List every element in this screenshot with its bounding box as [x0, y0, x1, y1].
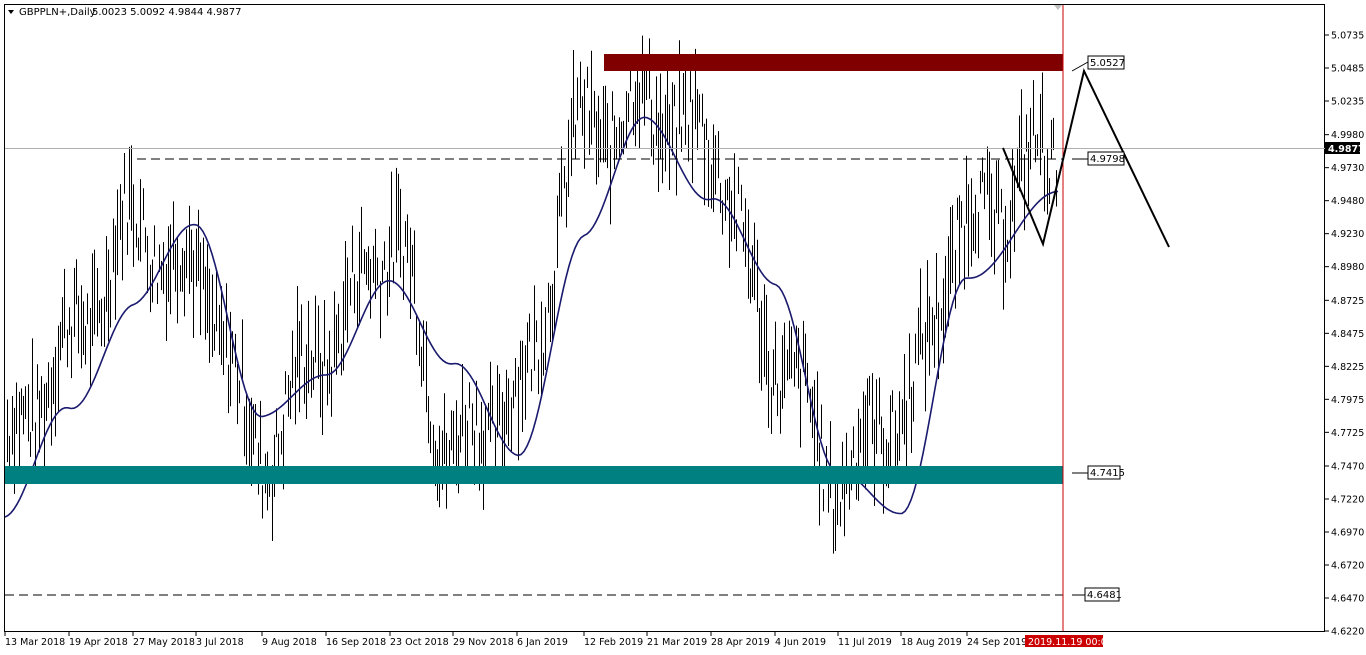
- x-tick-label: 11 Jul 2019: [838, 637, 892, 648]
- y-tick-label: 4.8225: [1331, 362, 1364, 373]
- y-tick-label: 4.9480: [1331, 196, 1364, 207]
- y-tick-label: 4.8725: [1331, 296, 1364, 307]
- x-tick-label: 16 Sep 2018: [326, 637, 386, 648]
- x-tick-label: 18 Aug 2019: [901, 637, 962, 648]
- svg-text:4.9798: 4.9798: [1090, 154, 1125, 165]
- ohlc-values: 5.0023 5.0092 4.9844 4.9877: [92, 7, 242, 18]
- current-time-tag-label: 2019.11.19 00:00: [1028, 637, 1113, 648]
- y-tick-label: 4.9980: [1331, 130, 1364, 141]
- y-tick-label: 4.6470: [1331, 593, 1364, 604]
- x-tick-label: 13 Mar 2018: [5, 637, 65, 648]
- y-axis[interactable]: 5.0735 5.0485 5.0235 4.9980 4.9730 4.9480 4.92…: [1325, 31, 1364, 638]
- plot-area: [4, 4, 1325, 632]
- y-tick-label: 5.0235: [1331, 97, 1364, 108]
- y-tick-label: 4.6970: [1331, 527, 1364, 538]
- x-axis[interactable]: 13 Mar 2018 19 Apr 2018 27 May 2018 3 Jul 2…: [4, 631, 1027, 648]
- current-price-tag-label: 4.9877: [1328, 144, 1365, 155]
- x-tick-label: 3 Jul 2018: [196, 637, 244, 648]
- x-tick-label: 27 May 2018: [133, 637, 195, 648]
- svg-text:5.0527: 5.0527: [1090, 58, 1125, 69]
- resistance-zone: [604, 54, 1063, 71]
- y-tick-label: 4.8475: [1331, 329, 1364, 340]
- svg-text:4.7415: 4.7415: [1090, 468, 1125, 479]
- price-chart: GBPPLN+,Daily 5.0023 5.0092 4.9844 4.987…: [4, 4, 1365, 648]
- symbol-label: GBPPLN+,Daily: [19, 7, 96, 18]
- x-tick-label: 23 Oct 2018: [390, 637, 449, 648]
- support-zone: [5, 466, 1063, 484]
- y-tick-label: 4.7470: [1331, 461, 1364, 472]
- y-tick-label: 5.0735: [1331, 31, 1364, 42]
- svg-text:4.6481: 4.6481: [1087, 590, 1122, 601]
- y-tick-label: 4.6720: [1331, 560, 1364, 571]
- x-tick-label: 6 Jan 2019: [517, 637, 568, 648]
- x-tick-label: 12 Feb 2019: [584, 637, 643, 648]
- x-tick-label: 21 Mar 2019: [647, 637, 707, 648]
- y-tick-label: 4.7220: [1331, 494, 1364, 505]
- x-tick-label: 29 Nov 2018: [453, 637, 514, 648]
- x-tick-label: 24 Sep 2019: [967, 637, 1027, 648]
- y-tick-label: 4.6220: [1331, 627, 1364, 638]
- x-tick-label: 19 Apr 2018: [69, 637, 128, 648]
- x-tick-label: 28 Apr 2019: [711, 637, 770, 648]
- x-tick-label: 4 Jun 2019: [775, 637, 826, 648]
- y-tick-label: 4.7725: [1331, 428, 1364, 439]
- y-tick-label: 5.0485: [1331, 64, 1364, 75]
- y-tick-label: 4.8980: [1331, 262, 1364, 273]
- y-tick-label: 4.7975: [1331, 395, 1364, 406]
- y-tick-label: 4.9230: [1331, 229, 1364, 240]
- x-tick-label: 9 Aug 2018: [262, 637, 317, 648]
- y-tick-label: 4.9730: [1331, 163, 1364, 174]
